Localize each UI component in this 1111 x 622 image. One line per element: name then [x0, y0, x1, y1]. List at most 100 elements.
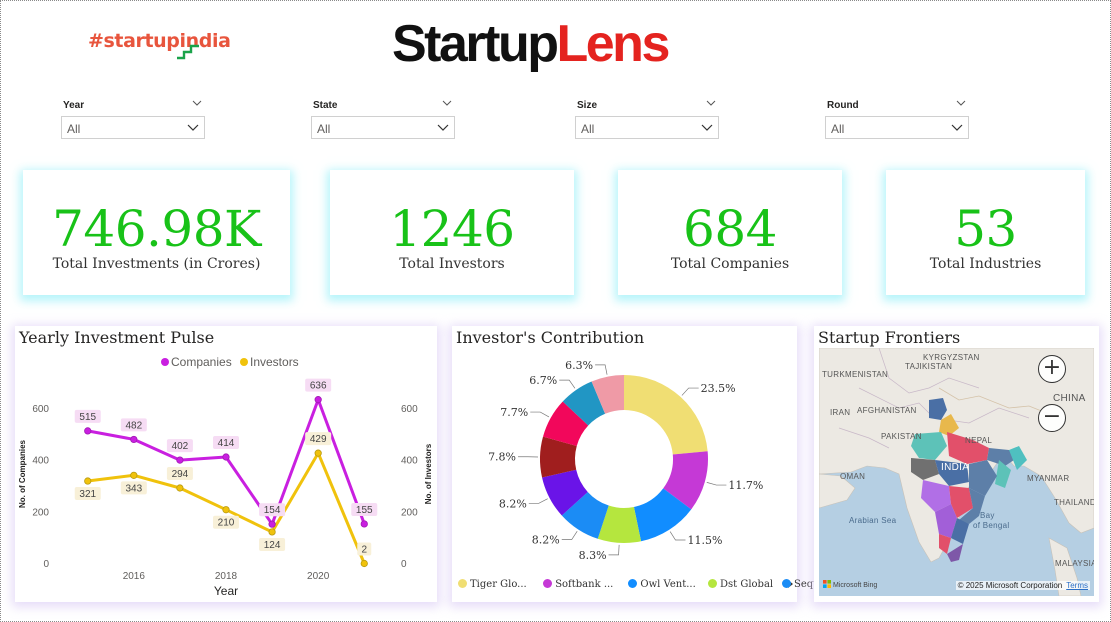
panel-title: Startup Frontiers [818, 328, 961, 347]
data-point [360, 559, 368, 568]
filter-round-dropdown[interactable]: All [825, 116, 969, 139]
data-point [360, 520, 368, 528]
data-point [130, 435, 138, 444]
filter-size: Size All [575, 96, 725, 142]
leader-line [561, 530, 578, 540]
filter-state-dropdown[interactable]: All [311, 116, 455, 139]
map-copyright: © 2025 Microsoft Corporation Terms [955, 581, 1090, 590]
data-point [268, 520, 276, 528]
y-tick-right: 0 [401, 559, 407, 570]
terms-link[interactable]: Terms [1066, 581, 1088, 590]
legend-dot [543, 579, 553, 588]
map-view[interactable]: KYRGYZSTAN TAJIKISTAN TURKMENISTAN AFGHA… [819, 348, 1094, 596]
slice-label: 11.7% [728, 479, 763, 492]
chevron-down-icon[interactable] [441, 98, 453, 108]
chevron-down-icon[interactable] [955, 98, 967, 108]
data-label: 321 [79, 489, 96, 500]
data-label: 402 [172, 441, 189, 452]
donut-chart: 23.5% 11.7% 11.5% 8.3% 8.2% 8.2% 7.8% 7.7% 6.7% 6… [488, 359, 763, 562]
data-point [176, 484, 184, 492]
kpi-caption: Total Investors [399, 256, 505, 272]
slice-label: 11.5% [687, 534, 722, 547]
stair-logo-icon [177, 44, 199, 60]
leader-line [681, 387, 699, 396]
legend-dot [782, 579, 791, 588]
data-point [268, 528, 276, 536]
filter-size-value: All [581, 122, 595, 136]
chevron-down-icon[interactable] [705, 98, 717, 108]
y-tick-right: 600 [401, 404, 418, 415]
leader-line [595, 364, 608, 375]
legend-dot [240, 358, 248, 366]
startup-frontiers-panel: Startup Frontiers KYRGYZSTAN TAJIKISTAN … [814, 326, 1099, 602]
slice-label: 6.7% [529, 374, 557, 387]
filter-size-label: Size [577, 100, 598, 111]
bing-logo: Microsoft Bing [823, 580, 877, 589]
data-point [222, 506, 230, 514]
kpi-value: 746.98K [52, 200, 261, 258]
bing-text: Microsoft Bing [832, 582, 878, 589]
data-label: 154 [264, 505, 281, 516]
data-label: 155 [356, 505, 373, 516]
zoom-in-button[interactable]: + [1038, 355, 1066, 383]
y-tick-left: 600 [32, 404, 49, 415]
leader-line [608, 544, 620, 556]
filter-state-value: All [317, 122, 331, 136]
filter-round: Round All [825, 96, 975, 142]
chevron-down-icon [187, 124, 199, 131]
data-label: 124 [264, 540, 281, 551]
map-label: KYRGYZSTAN [923, 353, 980, 362]
kpi-value: 1246 [389, 200, 515, 258]
data-label: 210 [218, 518, 235, 529]
y-tick-left: 0 [43, 559, 49, 570]
filter-round-label: Round [827, 100, 859, 111]
data-point [84, 477, 92, 485]
filter-round-value: All [831, 122, 845, 136]
y-tick-right: 400 [401, 456, 418, 467]
data-label: 414 [218, 438, 235, 449]
slice-label: 6.3% [565, 359, 593, 372]
kpi-value: 53 [954, 200, 1017, 258]
kpi-caption: Total Companies [670, 256, 790, 272]
map-label: CHINA [1053, 393, 1086, 404]
legend-label: Companies [171, 355, 232, 369]
donut-slice [624, 375, 708, 455]
filter-state-label: State [313, 100, 338, 111]
data-label: 482 [125, 420, 142, 431]
map-label: TURKMENISTAN [822, 370, 889, 379]
data-label: 2 [361, 544, 367, 555]
x-axis-title: Year [214, 584, 238, 598]
data-label: 343 [125, 483, 142, 494]
microsoft-logo-icon [823, 580, 831, 588]
data-label: 294 [172, 469, 189, 480]
legend-dot [708, 579, 717, 588]
map-label: THAILAND [1054, 498, 1094, 507]
filter-year-value: All [67, 122, 81, 136]
filter-size-dropdown[interactable]: All [575, 116, 719, 139]
kpi-value: 684 [683, 200, 777, 258]
leader-line [706, 482, 727, 486]
legend-dot [161, 358, 169, 366]
slice-label: 8.2% [499, 497, 527, 510]
chevron-down-icon[interactable] [191, 98, 203, 108]
chevron-down-icon [437, 124, 449, 131]
y-axis-title-right: No. of Investors [424, 443, 433, 504]
kpi-caption: Total Investments (in Crores) [52, 256, 261, 272]
map-label: AFGHANISTAN [857, 406, 917, 415]
zoom-out-button[interactable]: − [1038, 404, 1066, 432]
data-point [222, 453, 230, 461]
yearly-investment-panel: Yearly Investment Pulse 515 482 402 414 154 6… [15, 326, 437, 602]
kpi-card-investments: 746.98K Total Investments (in Crores) [23, 170, 290, 295]
map-label: Bay [980, 511, 995, 520]
chevron-down-icon [701, 124, 713, 131]
legend-dot [458, 579, 467, 588]
y-axis-title-left: No. of Companies [18, 439, 27, 508]
leader-line [528, 498, 548, 504]
leader-line [669, 531, 686, 541]
investor-contribution-panel: Investor's Contribution 23.5% 11.7% 11.5% 8… [452, 326, 848, 602]
map-label: MALAYSIA [1055, 559, 1094, 568]
leader-line [559, 379, 576, 389]
filter-year-dropdown[interactable]: All [61, 116, 205, 139]
kpi-card-investors: 1246 Total Investors [330, 170, 574, 295]
data-point [130, 471, 138, 479]
